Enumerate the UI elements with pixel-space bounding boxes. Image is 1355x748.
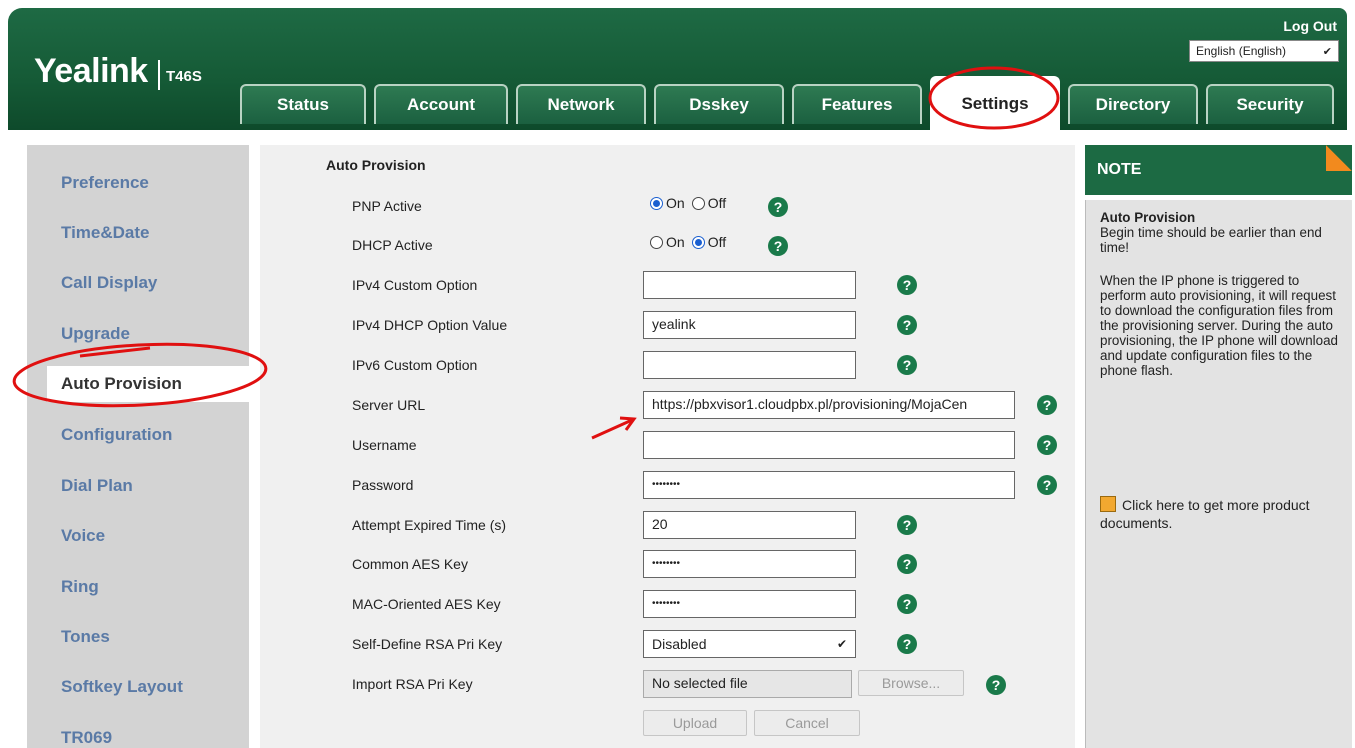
tab-account[interactable]: Account <box>374 84 508 124</box>
self-define-rsa-help-icon[interactable]: ? <box>897 634 917 654</box>
dhcp-off-label: Off <box>707 234 727 250</box>
ipv4-custom-option-label: IPv4 Custom Option <box>352 277 478 293</box>
sidebar-item-tones[interactable]: Tones <box>61 627 110 647</box>
ipv4-custom-option-input[interactable] <box>643 271 856 299</box>
dhcp-help-icon[interactable]: ? <box>768 236 788 256</box>
username-label: Username <box>352 437 417 453</box>
mac-oriented-aes-key-help-icon[interactable]: ? <box>897 594 917 614</box>
dhcp-on-label: On <box>666 234 685 250</box>
ipv4-dhcp-option-value-label: IPv4 DHCP Option Value <box>352 317 508 333</box>
import-rsa-label: Import RSA Pri Key <box>352 676 473 692</box>
server-url-input[interactable]: https://pbxvisor1.cloudpbx.pl/provisioni… <box>643 391 1015 419</box>
browse-button[interactable]: Browse... <box>858 670 964 696</box>
section-title: Auto Provision <box>326 157 426 173</box>
language-value: English (English) <box>1196 44 1287 58</box>
dhcp-off-radio[interactable] <box>691 235 705 249</box>
tab-security[interactable]: Security <box>1206 84 1334 124</box>
note-heading: NOTE <box>1085 145 1352 195</box>
pnp-help-icon[interactable]: ? <box>768 197 788 217</box>
sidebar-item-tr069[interactable]: TR069 <box>61 728 112 748</box>
tab-network[interactable]: Network <box>516 84 646 124</box>
language-select[interactable]: English (English) ✔ <box>1189 40 1339 62</box>
ipv4-custom-option-help-icon[interactable]: ? <box>897 275 917 295</box>
product-documents-text: Click here to get more product documents… <box>1100 497 1310 531</box>
sidebar-item-time-date[interactable]: Time&Date <box>61 223 150 243</box>
pnp-active-radio-group: On Off <box>650 195 726 211</box>
attempt-expired-time-help-icon[interactable]: ? <box>897 515 917 535</box>
sidebar-item-auto-provision[interactable]: Auto Provision <box>47 366 259 402</box>
pnp-off-radio[interactable] <box>691 196 705 210</box>
note-title: Auto Provision <box>1100 210 1196 225</box>
tab-settings[interactable]: Settings <box>930 76 1060 130</box>
server-url-help-icon[interactable]: ? <box>1037 395 1057 415</box>
pnp-off-label: Off <box>707 195 727 211</box>
dhcp-active-radio-group: On Off <box>650 234 726 250</box>
import-rsa-help-icon[interactable]: ? <box>986 675 1006 695</box>
mac-oriented-aes-key-label: MAC-Oriented AES Key <box>352 596 501 612</box>
model-label: T46S <box>166 68 202 85</box>
self-define-rsa-value: Disabled <box>652 636 707 652</box>
sidebar-item-ring[interactable]: Ring <box>61 577 99 597</box>
tab-dsskey[interactable]: Dsskey <box>654 84 784 124</box>
server-url-label: Server URL <box>352 397 426 413</box>
product-documents-link[interactable]: Click here to get more product documents… <box>1100 496 1330 532</box>
self-define-rsa-select[interactable]: Disabled ✔ <box>643 630 856 658</box>
self-define-rsa-label: Self-Define RSA Pri Key <box>352 636 503 652</box>
import-rsa-file-field[interactable]: No selected file <box>643 670 852 698</box>
logout-link[interactable]: Log Out <box>1283 18 1337 34</box>
ipv6-custom-option-input[interactable] <box>643 351 856 379</box>
password-input[interactable]: •••••••• <box>643 471 1015 499</box>
upload-button[interactable]: Upload <box>643 710 747 736</box>
tab-directory[interactable]: Directory <box>1068 84 1198 124</box>
password-label: Password <box>352 477 414 493</box>
username-help-icon[interactable]: ? <box>1037 435 1057 455</box>
sidebar-item-softkey-layout[interactable]: Softkey Layout <box>61 677 183 697</box>
sidebar-item-upgrade[interactable]: Upgrade <box>61 324 130 344</box>
sidebar-item-configuration[interactable]: Configuration <box>61 425 172 445</box>
tab-features[interactable]: Features <box>792 84 922 124</box>
pnp-on-label: On <box>666 195 685 211</box>
note-corner-icon <box>1326 145 1352 171</box>
username-input[interactable] <box>643 431 1015 459</box>
note-text-1: Begin time should be earlier than end ti… <box>1100 225 1322 255</box>
tab-status[interactable]: Status <box>240 84 366 124</box>
note-body: Auto Provision Begin time should be earl… <box>1085 200 1352 748</box>
common-aes-key-help-icon[interactable]: ? <box>897 554 917 574</box>
mac-oriented-aes-key-input[interactable]: •••••••• <box>643 590 856 618</box>
sidebar-item-call-display[interactable]: Call Display <box>61 273 157 293</box>
dhcp-on-radio[interactable] <box>650 235 663 249</box>
pnp-active-label: PNP Active <box>352 198 422 214</box>
chevron-down-icon: ✔ <box>1322 45 1332 58</box>
cancel-button[interactable]: Cancel <box>754 710 860 736</box>
ipv4-dhcp-option-value-help-icon[interactable]: ? <box>897 315 917 335</box>
attempt-expired-time-label: Attempt Expired Time (s) <box>352 517 507 533</box>
common-aes-key-label: Common AES Key <box>352 556 468 572</box>
attempt-expired-time-input[interactable]: 20 <box>643 511 856 539</box>
sidebar-item-dial-plan[interactable]: Dial Plan <box>61 476 133 496</box>
yealink-logo: Yealink <box>34 52 148 90</box>
document-icon <box>1100 496 1116 512</box>
sidebar-item-preference[interactable]: Preference <box>61 173 149 193</box>
pnp-on-radio[interactable] <box>650 196 663 210</box>
ipv4-dhcp-option-value-input[interactable]: yealink <box>643 311 856 339</box>
logo-separator <box>158 60 160 90</box>
ipv6-custom-option-help-icon[interactable]: ? <box>897 355 917 375</box>
password-help-icon[interactable]: ? <box>1037 475 1057 495</box>
sidebar-item-voice[interactable]: Voice <box>61 526 105 546</box>
ipv6-custom-option-label: IPv6 Custom Option <box>352 357 478 373</box>
dhcp-active-label: DHCP Active <box>352 237 433 253</box>
note-text-2: When the IP phone is triggered to perfor… <box>1100 273 1338 378</box>
common-aes-key-input[interactable]: •••••••• <box>643 550 856 578</box>
chevron-down-icon: ✔ <box>836 637 847 651</box>
